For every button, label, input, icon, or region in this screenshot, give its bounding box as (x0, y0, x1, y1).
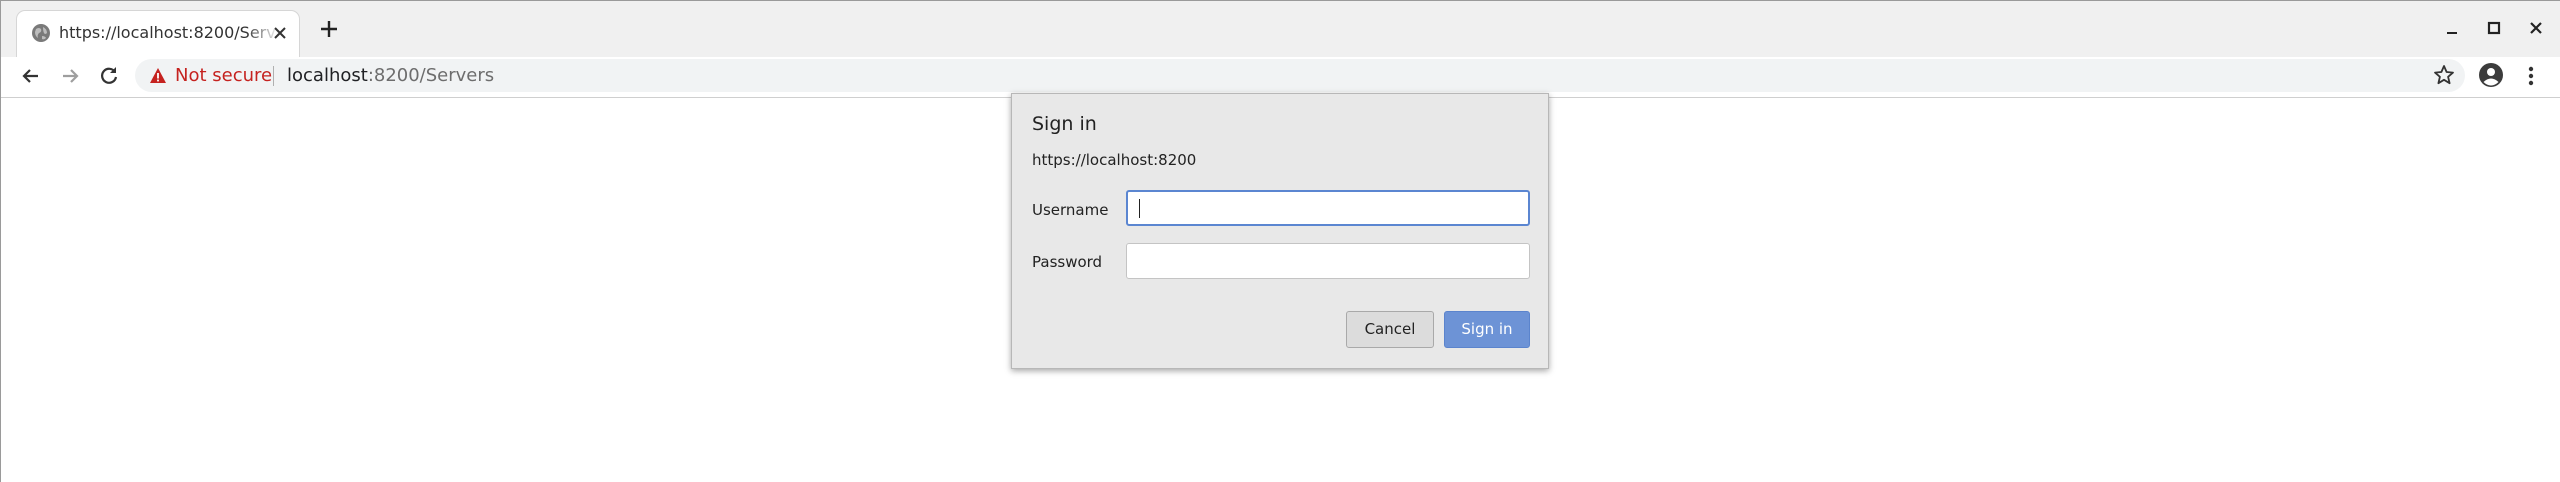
more-vert-icon[interactable] (2519, 63, 2543, 89)
cancel-button[interactable]: Cancel (1346, 311, 1434, 348)
sign-in-button[interactable]: Sign in (1444, 311, 1530, 348)
address-bar[interactable]: Not secure localhost:8200/Servers (135, 59, 2465, 92)
warning-icon[interactable] (149, 67, 167, 84)
account-icon[interactable] (2478, 62, 2504, 88)
omnibox-separator (273, 66, 274, 86)
url-path: :8200/Servers (367, 65, 495, 86)
window-close-icon[interactable] (2525, 18, 2547, 40)
tab-title: https://localhost:8200/Servers (59, 23, 279, 42)
back-arrow-icon[interactable] (18, 63, 44, 89)
close-icon[interactable] (271, 24, 289, 42)
tab-strip: https://localhost:8200/Servers (1, 1, 2560, 57)
reload-icon[interactable] (96, 63, 122, 89)
text-caret (1139, 199, 1140, 218)
minimize-icon[interactable] (2441, 18, 2463, 40)
password-label: Password (1032, 253, 1103, 271)
new-tab-icon[interactable] (317, 17, 341, 41)
username-label: Username (1032, 201, 1109, 219)
browser-window: https://localhost:8200/Servers Not secur… (0, 0, 2560, 482)
url-text[interactable]: localhost:8200/Servers (287, 65, 494, 87)
sign-in-dialog: Sign in https://localhost:8200 Username … (1011, 93, 1549, 369)
maximize-icon[interactable] (2483, 18, 2505, 40)
browser-tab[interactable]: https://localhost:8200/Servers (17, 11, 299, 57)
password-field[interactable] (1126, 243, 1530, 279)
username-field[interactable] (1126, 190, 1530, 226)
url-host: localhost (287, 65, 368, 86)
globe-icon (32, 24, 50, 42)
dialog-origin: https://localhost:8200 (1032, 151, 1197, 169)
star-icon[interactable] (2433, 64, 2455, 86)
dialog-title: Sign in (1032, 113, 1097, 135)
not-secure-label[interactable]: Not secure (175, 65, 272, 87)
browser-toolbar: Not secure localhost:8200/Servers (1, 57, 2560, 98)
forward-arrow-icon[interactable] (57, 63, 83, 89)
